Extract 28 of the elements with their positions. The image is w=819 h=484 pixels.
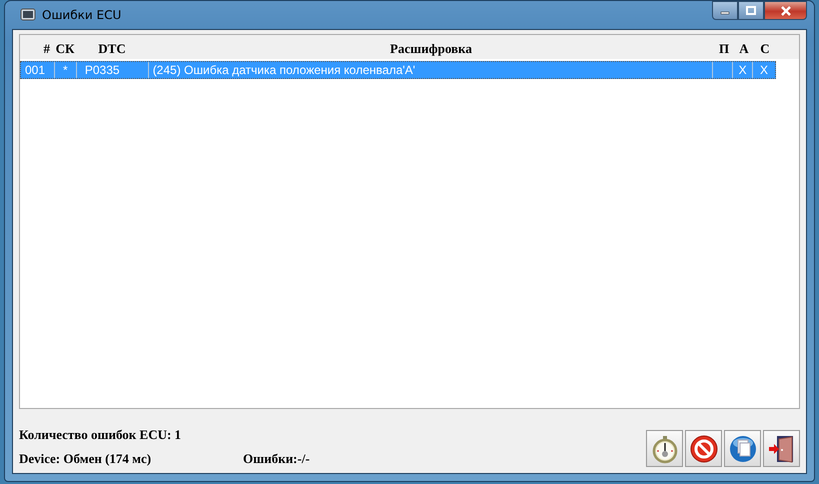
table-cell: P0335 xyxy=(76,62,149,78)
table-cell: 001 xyxy=(21,62,55,78)
column-header[interactable]: А xyxy=(734,41,754,57)
prohibited-icon xyxy=(688,434,718,464)
maximize-icon xyxy=(745,6,757,16)
column-header[interactable]: # xyxy=(20,41,54,57)
window-title: Ошибки ECU xyxy=(42,8,122,22)
column-header[interactable]: Расшифровка xyxy=(148,41,714,57)
device-status-text: Device: Обмен (174 мс) xyxy=(19,451,152,467)
app-icon xyxy=(20,8,36,22)
error-count-text: Количество ошибок ECU: 1 xyxy=(19,427,182,443)
column-header[interactable]: С xyxy=(754,41,776,57)
maximize-button[interactable] xyxy=(738,1,764,20)
column-header[interactable]: П xyxy=(714,41,734,57)
close-icon xyxy=(778,4,792,16)
exit-button[interactable] xyxy=(763,430,800,467)
close-button[interactable] xyxy=(764,1,807,20)
stop-button[interactable] xyxy=(685,430,722,467)
errors-text: Ошибки:-/- xyxy=(243,451,310,467)
copy-button[interactable] xyxy=(724,430,761,467)
table-cell-text: X xyxy=(759,62,770,78)
table-cell: (245) Ошибка датчика положения коленвала'A' xyxy=(148,62,714,78)
minimize-button[interactable] xyxy=(712,1,738,20)
column-header[interactable]: DTC xyxy=(76,41,148,57)
column-header[interactable]: СК xyxy=(54,41,76,57)
documents-icon xyxy=(728,434,758,464)
table-cell: X xyxy=(733,62,754,78)
table-cell: * xyxy=(54,62,77,78)
